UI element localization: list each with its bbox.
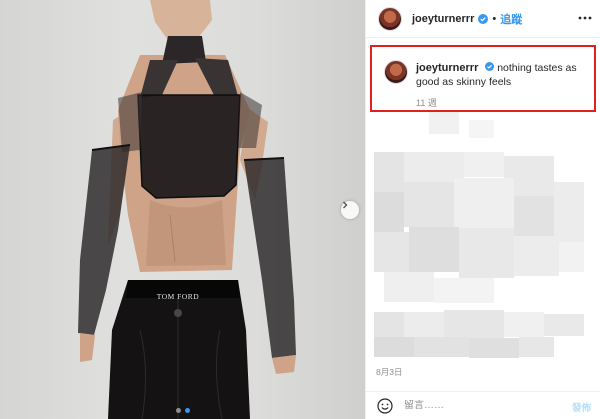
post-media[interactable]: TOM FORD	[0, 0, 365, 419]
post-comment-button[interactable]: 發佈	[572, 400, 591, 414]
verified-badge-icon	[478, 13, 489, 24]
comment-bar: 發佈	[366, 391, 600, 419]
header-separator: •	[492, 12, 497, 25]
instagram-post: TOM FORD joeyturnerrr • 追蹤 joeyturnerrr …	[0, 0, 600, 419]
waistband-text: TOM FORD	[156, 292, 200, 301]
more-options-icon	[578, 16, 592, 20]
caption-username[interactable]: joeyturnerrr	[416, 62, 478, 74]
post-photo	[78, 0, 296, 419]
post-side-panel: joeyturnerrr • 追蹤 joeyturnerrr nothing t…	[365, 0, 600, 419]
carousel-pagination	[0, 408, 365, 413]
avatar[interactable]	[378, 6, 402, 31]
smiley-icon	[377, 397, 393, 414]
carousel-dot-active[interactable]	[184, 408, 190, 413]
carousel-dot[interactable]	[175, 408, 181, 413]
caption-timestamp[interactable]: 11 週	[416, 96, 437, 109]
follow-button[interactable]: 追蹤	[500, 11, 522, 27]
post-header: joeyturnerrr • 追蹤	[366, 0, 600, 38]
more-options-button[interactable]	[577, 10, 593, 26]
pixelated-comments	[374, 112, 596, 362]
post-date[interactable]: 8月3日	[376, 366, 402, 378]
comment-input[interactable]	[404, 400, 554, 411]
header-username[interactable]: joeyturnerrr	[412, 13, 474, 25]
caption-avatar[interactable]	[384, 60, 408, 84]
next-slide-button[interactable]	[341, 201, 359, 219]
emoji-button[interactable]	[376, 397, 394, 415]
chevron-right-icon	[343, 201, 348, 209]
caption: joeyturnerrr nothing tastes as good as s…	[416, 61, 592, 89]
verified-badge-icon	[485, 62, 495, 71]
caption-highlight: joeyturnerrr nothing tastes as good as s…	[370, 45, 596, 112]
